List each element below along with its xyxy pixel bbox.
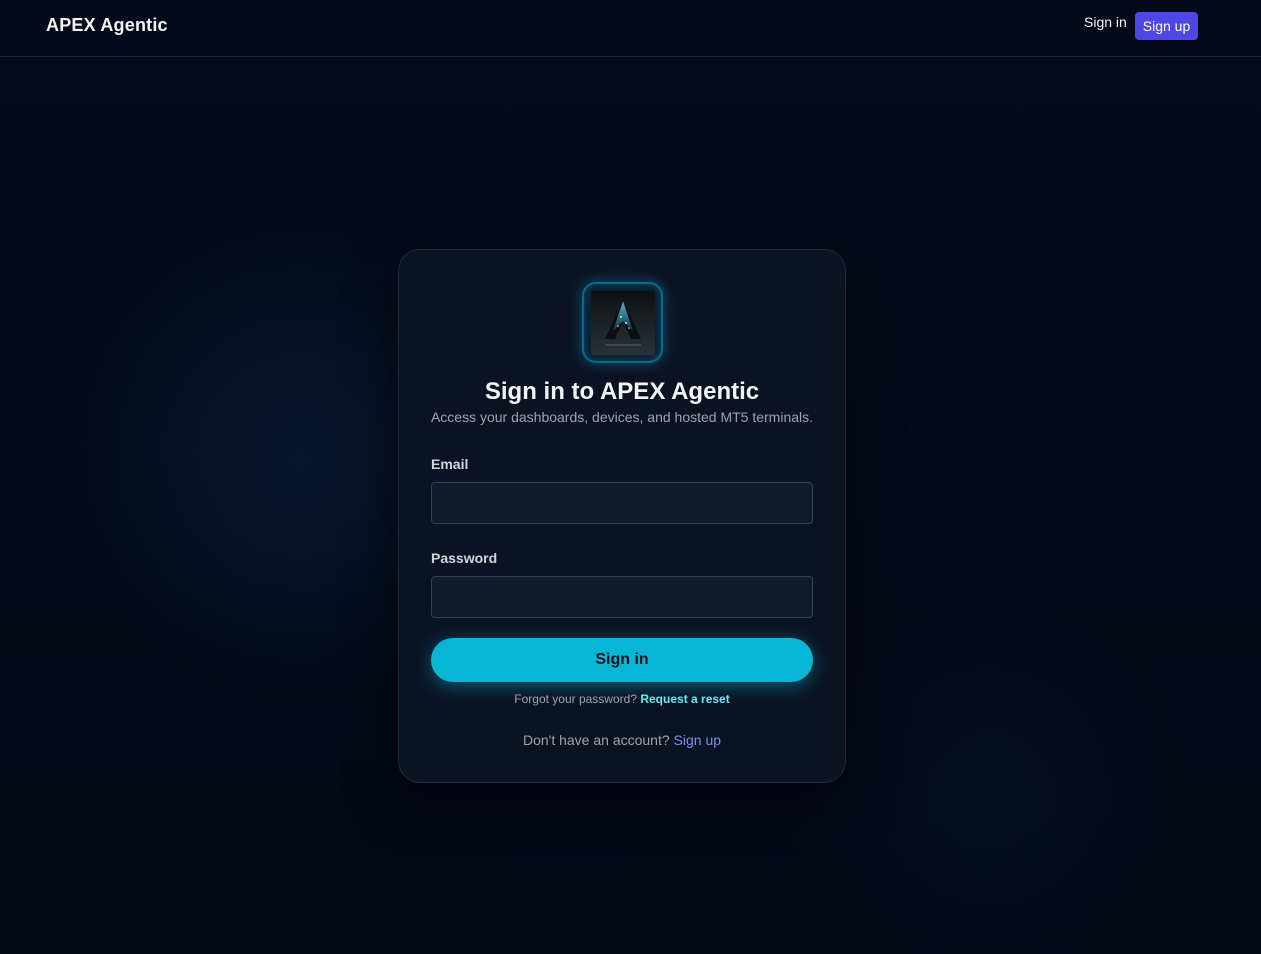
apex-logo-icon: [590, 290, 655, 355]
email-field[interactable]: [431, 482, 813, 524]
signup-prompt: Don't have an account? Sign up: [399, 732, 845, 748]
page-subtitle: Access your dashboards, devices, and hos…: [430, 409, 814, 425]
password-field[interactable]: [431, 576, 813, 618]
signup-link[interactable]: Sign up: [674, 732, 721, 748]
request-reset-link[interactable]: Request a reset: [640, 692, 729, 706]
logo-frame: [582, 282, 663, 363]
top-navbar: APEX Agentic Sign in Sign up: [0, 0, 1261, 57]
email-label: Email: [431, 456, 469, 472]
password-label: Password: [431, 550, 498, 566]
forgot-password-text: Forgot your password?: [514, 692, 637, 706]
brand-name[interactable]: APEX Agentic: [46, 15, 168, 36]
no-account-text: Don't have an account?: [522, 732, 670, 748]
forgot-password-line: Forgot your password? Request a reset: [399, 692, 845, 706]
nav-signin-link[interactable]: Sign in: [1084, 14, 1127, 30]
signin-card: Sign in to APEX Agentic Access your dash…: [398, 249, 846, 783]
page-title: Sign in to APEX Agentic: [484, 378, 760, 405]
nav-signup-button[interactable]: Sign up: [1135, 12, 1198, 40]
signin-submit-button[interactable]: Sign in: [431, 638, 813, 682]
